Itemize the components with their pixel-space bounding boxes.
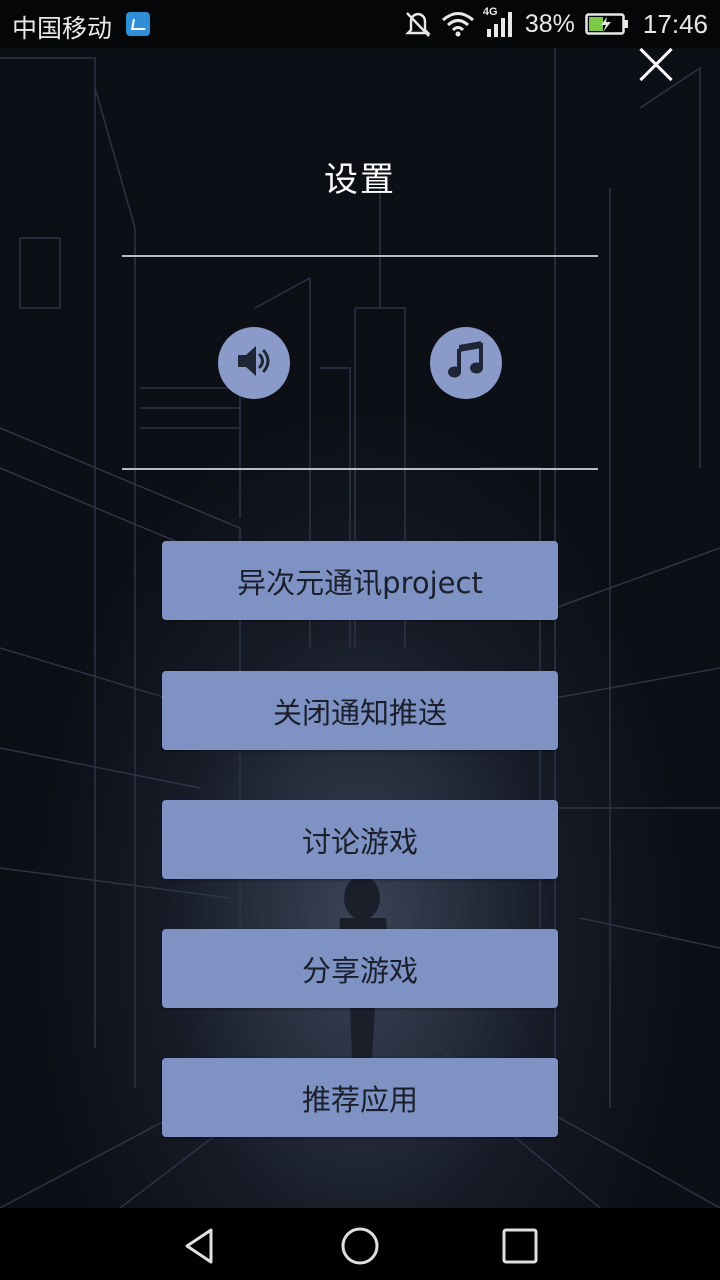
back-icon[interactable] [181, 1226, 221, 1266]
city-background [0, 48, 720, 1208]
mute-icon [404, 10, 431, 38]
battery-icon [585, 12, 629, 36]
divider [122, 468, 598, 470]
recommended-apps-button[interactable]: 推荐应用 [162, 1058, 558, 1137]
share-game-button[interactable]: 分享游戏 [162, 929, 558, 1008]
discuss-game-button[interactable]: 讨论游戏 [162, 800, 558, 879]
close-icon[interactable] [632, 46, 678, 84]
cell-signal-icon: 4G [483, 6, 515, 38]
project-button[interactable]: 异次元通讯project [162, 541, 558, 620]
wifi-icon [441, 11, 475, 37]
clock: 17:46 [642, 8, 708, 39]
battery-percent: 38% [524, 9, 575, 38]
divider [122, 255, 598, 257]
sound-toggle-button[interactable] [218, 327, 290, 399]
recent-apps-icon[interactable] [500, 1226, 540, 1266]
speaker-icon [234, 341, 274, 385]
home-icon[interactable] [340, 1226, 380, 1266]
health-app-icon [126, 12, 150, 36]
status-icons: 4G 38% 17:46 [404, 0, 708, 48]
disable-notifications-button[interactable]: 关闭通知推送 [162, 671, 558, 750]
network-type-label: 4G [482, 6, 498, 18]
music-toggle-button[interactable] [430, 327, 502, 399]
music-note-icon [446, 341, 486, 385]
page-title: 设置 [324, 160, 396, 200]
status-bar: 中国移动 4G 38% 17:46 [0, 0, 720, 48]
navigation-bar [0, 1208, 720, 1280]
carrier-label: 中国移动 [12, 15, 113, 43]
